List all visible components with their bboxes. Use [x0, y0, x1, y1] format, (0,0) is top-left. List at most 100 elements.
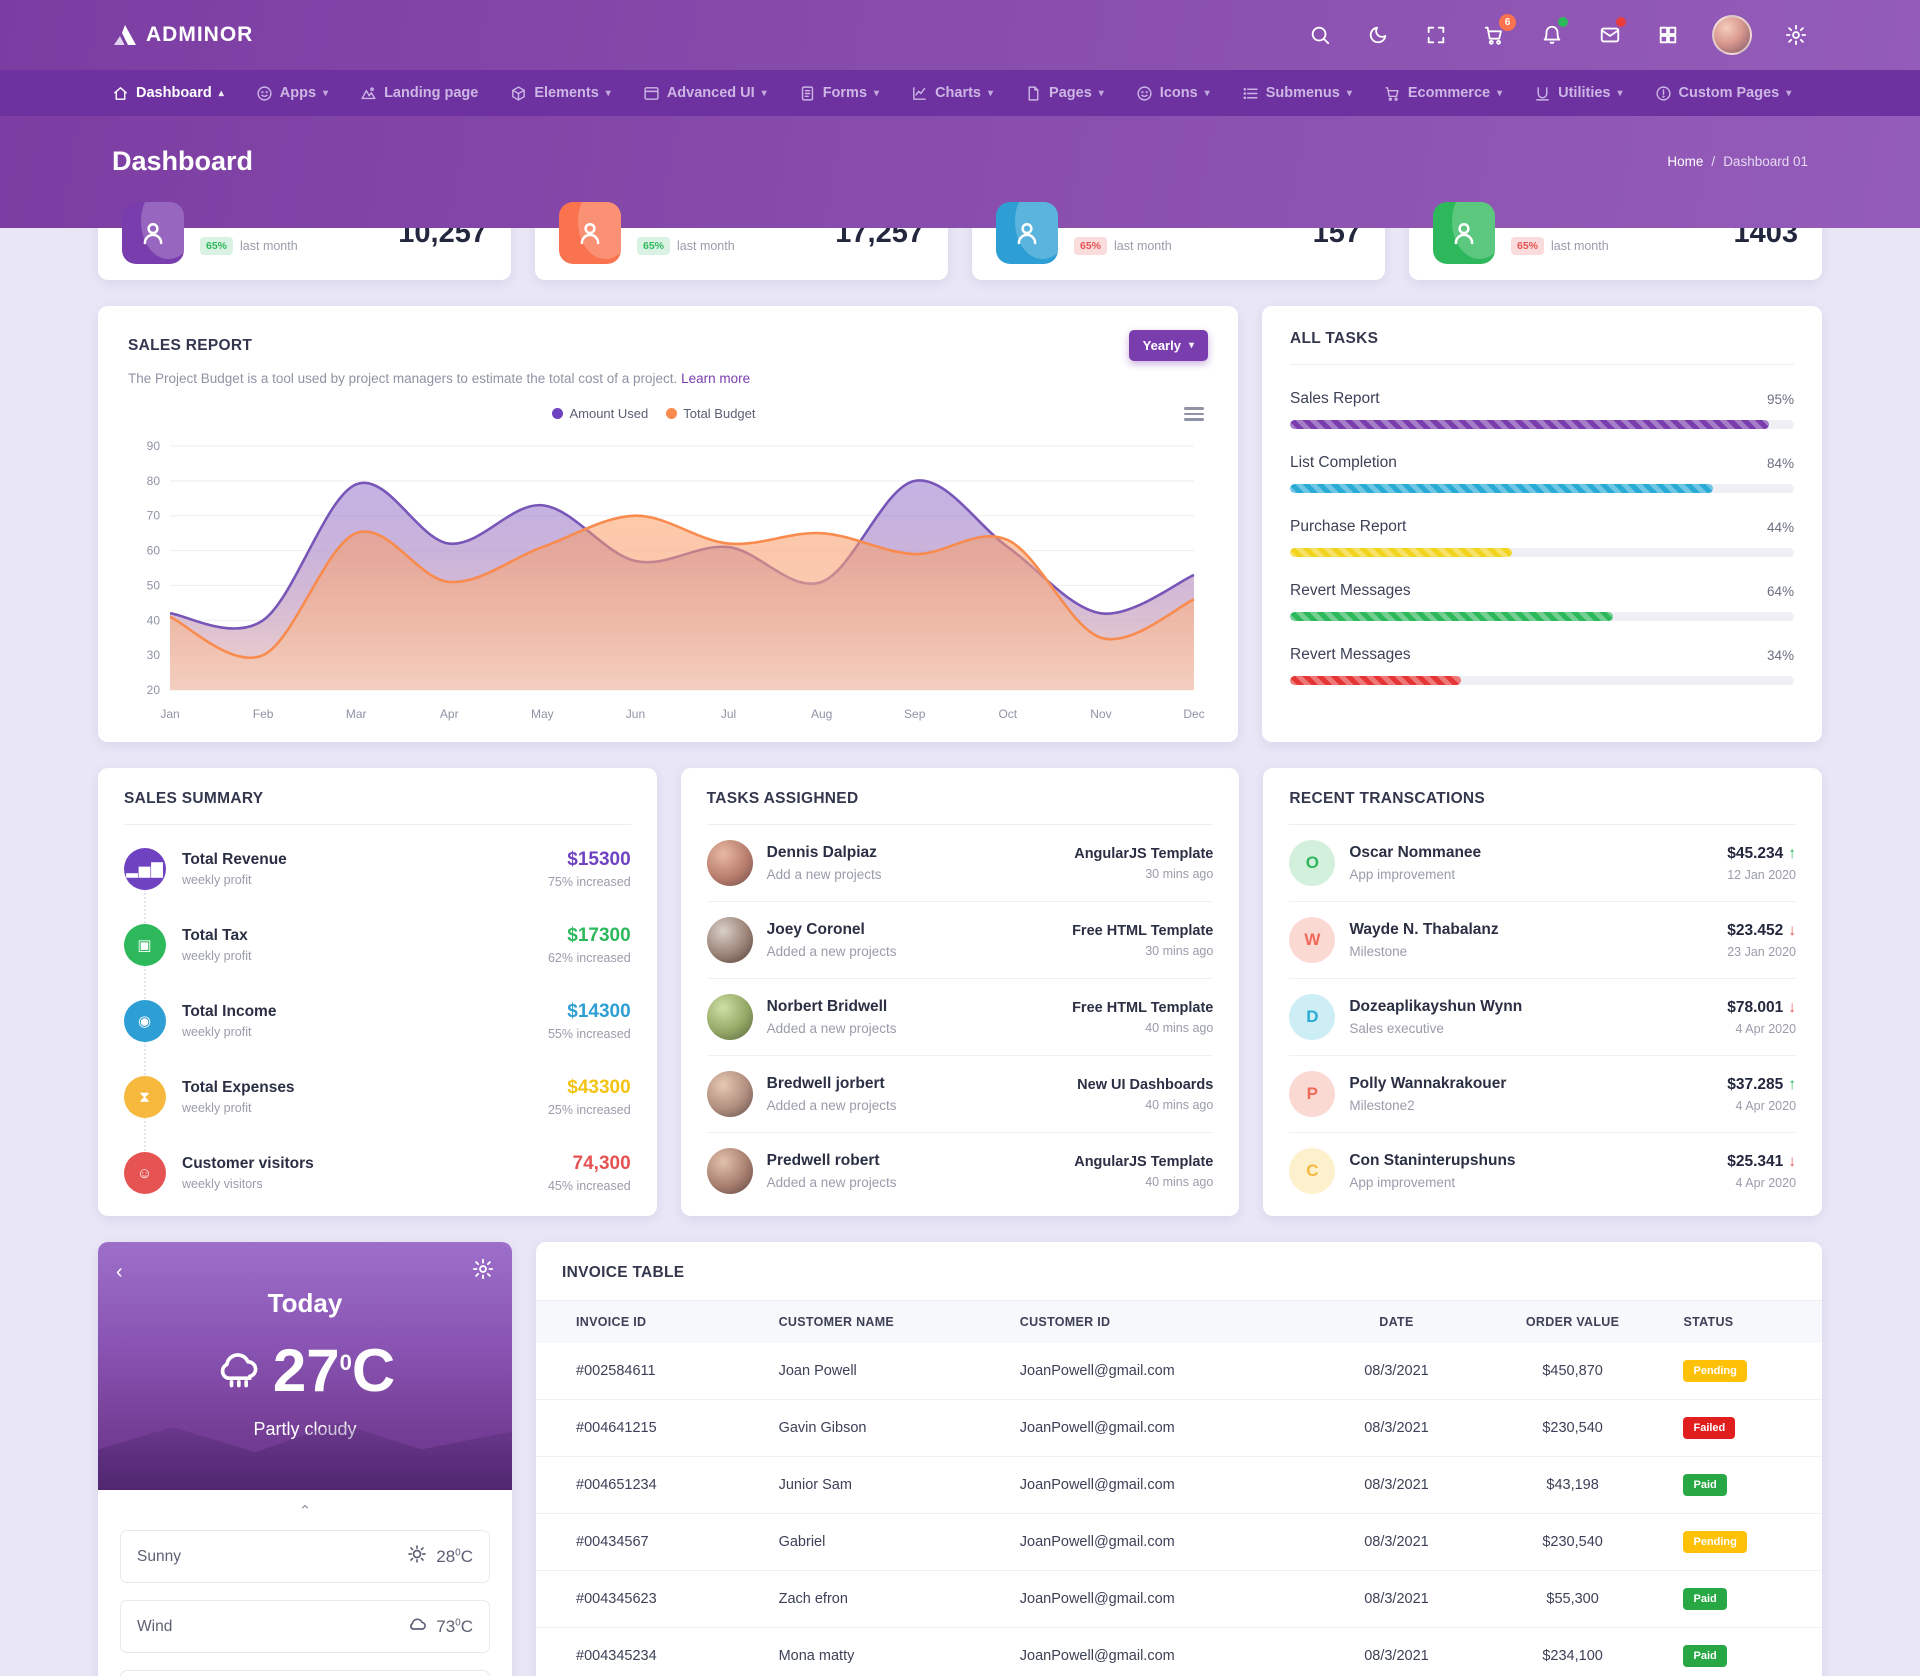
back-chevron-icon[interactable]: ‹ [116, 1258, 123, 1286]
main-nav: Dashboard ▴ Apps ▾ Landing page Elements ▾ … [0, 70, 1920, 116]
nav-item-forms[interactable]: Forms ▾ [787, 79, 891, 108]
transaction-row[interactable]: D Dozeaplikayshun Wynn Sales executive $… [1289, 979, 1797, 1056]
range-select-button[interactable]: Yearly ▾ [1128, 330, 1208, 361]
avatar [706, 917, 753, 963]
assigned-task-row[interactable]: Norbert Bridwell Added a new projects Fr… [706, 979, 1214, 1056]
order-value: $450,870 [1471, 1343, 1674, 1400]
user-avatar[interactable] [1712, 15, 1752, 55]
svg-text:40: 40 [147, 613, 161, 627]
status-dot [1616, 17, 1626, 27]
brand[interactable]: ADMINOR [112, 23, 253, 47]
legend-total-budget[interactable]: Total Budget [666, 406, 756, 421]
person-icon [559, 202, 621, 264]
task-label: Revert Messages [1290, 582, 1411, 599]
breadcrumb-home[interactable]: Home [1667, 154, 1703, 169]
task-label: List Completion [1290, 454, 1397, 471]
fullscreen-icon[interactable] [1422, 21, 1450, 49]
dark-mode-icon[interactable] [1364, 21, 1392, 49]
pages-icon [1025, 85, 1042, 102]
cart-icon[interactable]: 6 [1480, 14, 1516, 49]
weather-settings-icon[interactable] [472, 1258, 494, 1286]
sales-report-description: The Project Budget is a tool used by pro… [128, 371, 751, 386]
transaction-amount: $37.285 ↑ [1727, 1075, 1797, 1093]
learn-more-link[interactable]: Learn more [681, 371, 750, 386]
assignee-name: Joey Coronel [766, 921, 865, 938]
person-icon [122, 202, 184, 264]
sun-icon [407, 1544, 427, 1569]
assigned-task-row[interactable]: Dennis Dalpiaz Add a new projects Angula… [706, 825, 1214, 902]
svg-text:May: May [531, 707, 554, 721]
nav-item-custom-pages[interactable]: Custom Pages ▾ [1643, 79, 1804, 108]
avatar-initial: W [1289, 917, 1336, 963]
arrow-up-icon: ↑ [1788, 1075, 1797, 1093]
weather-row-wind: Wind 730C [120, 1600, 490, 1653]
messages-icon[interactable] [1596, 17, 1626, 49]
chevron-up-icon: ▴ [218, 87, 224, 99]
chart-menu-icon[interactable] [1180, 400, 1208, 428]
nav-item-submenus[interactable]: Submenus ▾ [1230, 79, 1364, 108]
nav-item-charts[interactable]: Charts ▾ [899, 79, 1005, 108]
assignee-action: Added a new projects [766, 1021, 897, 1036]
assigned-task-row[interactable]: Joey Coronel Added a new projects Free H… [706, 902, 1214, 979]
notifications-icon[interactable] [1538, 17, 1568, 49]
person-icon [996, 202, 1058, 264]
weather-row-label: Wind [137, 1617, 173, 1635]
task-percent: 34% [1766, 647, 1794, 663]
chevron-down-icon: ▾ [1786, 87, 1792, 99]
breadcrumb-separator: / [1711, 154, 1716, 169]
transaction-name: Oscar Nommanee [1349, 844, 1482, 861]
nav-item-ecommerce[interactable]: Ecommerce ▾ [1372, 79, 1514, 108]
nav-item-pages[interactable]: Pages ▾ [1013, 79, 1116, 108]
elements-icon [510, 85, 527, 102]
apps-grid-icon[interactable] [1654, 21, 1682, 49]
nav-item-advanced-ui[interactable]: Advanced UI ▾ [631, 79, 779, 108]
nav-item-utilities[interactable]: Utilities ▾ [1522, 79, 1634, 108]
landing-icon [360, 85, 377, 102]
svg-text:Mar: Mar [346, 707, 367, 721]
transaction-row[interactable]: W Wayde N. Thabalanz Milestone $23.452 ↓… [1289, 902, 1797, 979]
weather-row-label: Sunny [137, 1547, 181, 1565]
transactions-list: O Oscar Nommanee App improvement $45.234… [1289, 825, 1797, 1209]
nav-item-icons[interactable]: Icons ▾ [1124, 79, 1222, 108]
tasks-assigned-card: TASKS ASSIGHNED Dennis Dalpiaz Add a new… [680, 768, 1240, 1216]
search-icon[interactable] [1306, 21, 1334, 49]
progress-fill [1290, 548, 1512, 557]
nav-item-dashboard[interactable]: Dashboard ▴ [100, 79, 236, 108]
stat-period: last month [240, 239, 298, 253]
summary-value: $15300 [567, 849, 631, 870]
customer-id: JoanPowell@gmail.com [1009, 1627, 1322, 1676]
invoice-col-header: ORDER VALUE [1525, 1315, 1620, 1329]
custom-icon [1655, 85, 1672, 102]
smiley-icon: ☺ [124, 1152, 166, 1194]
transaction-row[interactable]: O Oscar Nommanee App improvement $45.234… [1289, 825, 1797, 902]
status-badge: Paid [1673, 1627, 1822, 1676]
transaction-date: 4 Apr 2020 [1735, 1098, 1797, 1113]
assignee-action: Added a new projects [766, 1098, 897, 1113]
weather-widget: ‹ Today 270C Partly cloudy ⌃ Sunny 280C … [98, 1242, 512, 1676]
task-progress-item: List Completion 84% [1290, 454, 1794, 493]
svg-text:20: 20 [147, 683, 161, 697]
legend-amount-used[interactable]: Amount Used [552, 406, 648, 421]
settings-icon[interactable] [1782, 21, 1810, 49]
svg-text:30: 30 [147, 648, 161, 662]
nav-item-elements[interactable]: Elements ▾ [498, 79, 623, 108]
cart-badge: 6 [1499, 14, 1516, 31]
task-label: Sales Report [1290, 390, 1380, 407]
customer-name: Gabriel [768, 1513, 1010, 1571]
stat-percent-badge: 65% [1074, 237, 1108, 255]
nav-item-landing-page[interactable]: Landing page [348, 79, 490, 108]
svg-text:Apr: Apr [440, 707, 459, 721]
transaction-row[interactable]: C Con Staninterupshuns App improvement $… [1289, 1133, 1796, 1209]
transaction-date: 4 Apr 2020 [1735, 1021, 1797, 1036]
tasks-assigned-list: Dennis Dalpiaz Add a new projects Angula… [706, 825, 1214, 1209]
task-progress-item: Sales Report 95% [1290, 390, 1794, 429]
order-value: $55,300 [1471, 1570, 1674, 1628]
assigned-task-row[interactable]: Bredwell jorbert Added a new projects Ne… [706, 1056, 1214, 1133]
customer-name: Gavin Gibson [768, 1399, 1010, 1457]
nav-item-apps[interactable]: Apps ▾ [244, 79, 340, 108]
assigned-task-row[interactable]: Predwell robert Added a new projects Ang… [706, 1133, 1213, 1209]
arrow-down-icon: ↓ [1788, 1152, 1797, 1170]
avatar [706, 994, 753, 1040]
collapse-chevron-icon[interactable]: ⌃ [299, 1502, 312, 1520]
transaction-row[interactable]: P Polly Wannakrakouer Milestone2 $37.285… [1289, 1056, 1797, 1133]
